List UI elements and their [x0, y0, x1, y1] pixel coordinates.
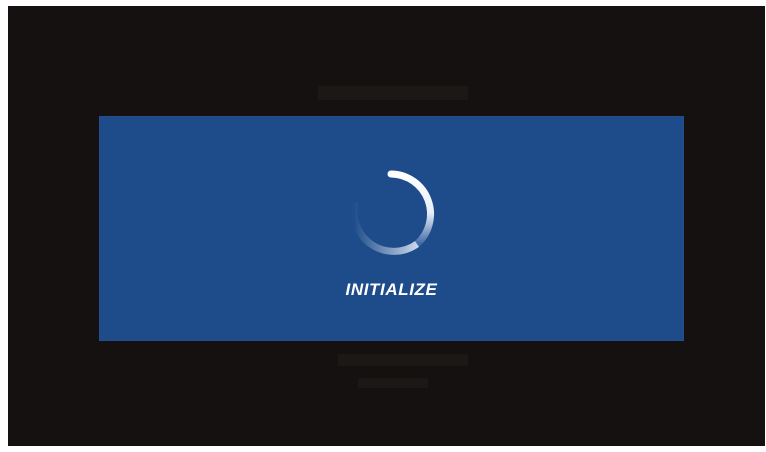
device-screen: INITIALIZE — [8, 6, 765, 446]
initialize-dialog: INITIALIZE — [99, 116, 684, 341]
status-label: INITIALIZE — [345, 280, 438, 299]
background-header-text — [318, 86, 468, 100]
background-footer-subtext — [358, 378, 428, 388]
background-footer-text — [338, 354, 468, 366]
loading-spinner-icon — [350, 170, 435, 255]
